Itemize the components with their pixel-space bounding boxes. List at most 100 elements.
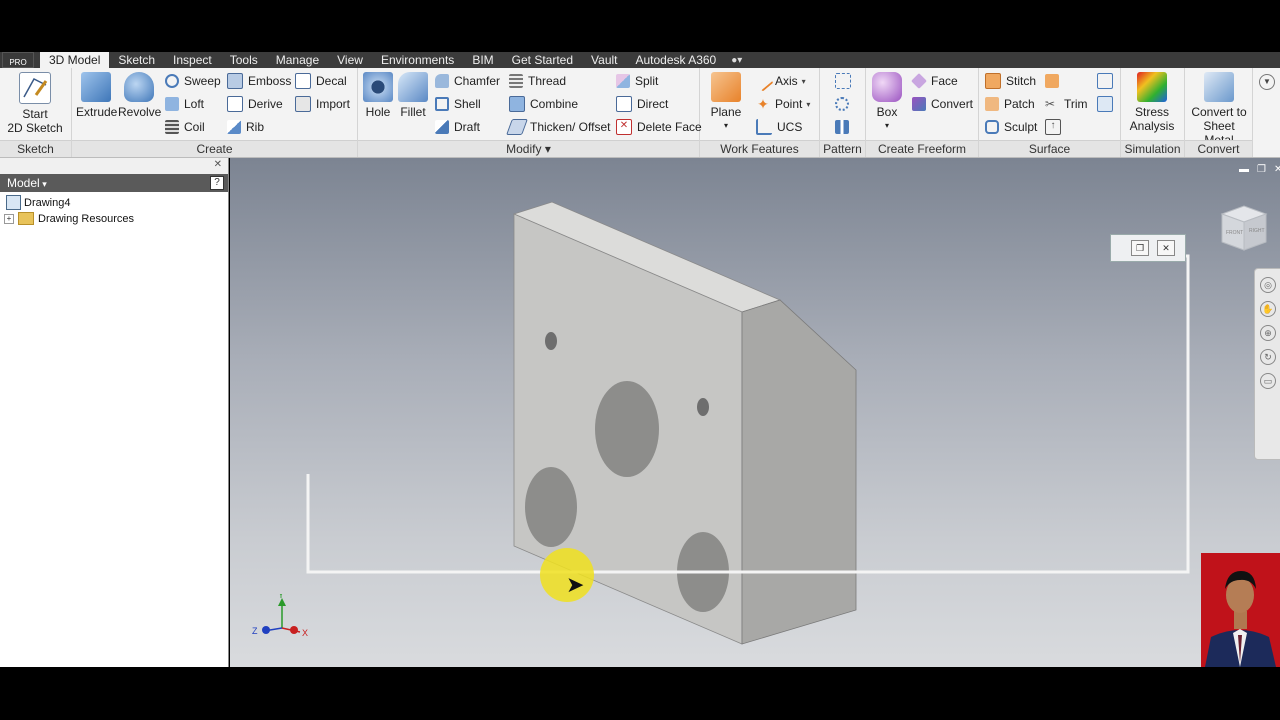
tab-view[interactable]: View [328, 52, 372, 68]
patch-button[interactable]: Patch [985, 94, 1035, 114]
chamfer-label: Chamfer [454, 74, 501, 88]
tab-vault[interactable]: Vault [582, 52, 626, 68]
import-button[interactable]: Import [295, 94, 350, 114]
tab-inspect[interactable]: Inspect [164, 52, 221, 68]
split-button[interactable]: Split [616, 71, 658, 91]
tab-environments[interactable]: Environments [372, 52, 463, 68]
fillet-label: Fillet [400, 105, 426, 119]
emboss-button[interactable]: Emboss [227, 71, 291, 91]
thread-button[interactable]: Thread [509, 71, 566, 91]
repair-bodies-button[interactable] [1097, 71, 1118, 91]
emboss-icon [227, 73, 243, 89]
direct-button[interactable]: Direct [616, 94, 668, 114]
plane-button[interactable]: Plane ▾ [706, 72, 746, 133]
emboss-label: Emboss [248, 74, 292, 88]
graphics-viewport[interactable]: ▬ ❐ ✕ ❐ ✕ FRONT RIGHT ◎ ✋ ⊕ ↻ ▭ Z Y X ➤ [230, 158, 1280, 667]
help-icon[interactable]: ? [210, 176, 224, 190]
browser-grip[interactable]: ✕ [0, 158, 228, 175]
thicken-offset-button[interactable]: Thicken/ Offset [506, 117, 610, 137]
small-hole [697, 398, 709, 416]
axis-z-label: Z [252, 626, 258, 636]
close-icon[interactable]: ✕ [214, 159, 222, 170]
shell-button[interactable]: Shell [435, 94, 481, 114]
tab-autodesk-a360[interactable]: Autodesk A360 [627, 52, 726, 68]
expand-icon[interactable]: + [4, 213, 14, 224]
look-at-icon[interactable]: ▭ [1260, 373, 1276, 389]
panel-title-modify[interactable]: Modify ▾ [358, 140, 699, 157]
combine-button[interactable]: Combine [509, 94, 578, 114]
steering-wheel-icon[interactable]: ◎ [1260, 277, 1276, 293]
rectangular-pattern-button[interactable] [835, 71, 856, 91]
ribbon-options-icon[interactable]: ▼ [1259, 74, 1275, 90]
import-label: Import [316, 97, 351, 111]
restore-icon[interactable]: ❐ [1131, 240, 1149, 256]
viewcube[interactable]: FRONT RIGHT [1218, 204, 1270, 252]
stitch-button[interactable]: Stitch [985, 71, 1036, 91]
decal-button[interactable]: Decal [295, 71, 347, 91]
loft-button[interactable]: Loft [165, 94, 204, 114]
axis-button[interactable]: Axis ▾ [752, 70, 806, 92]
freeform-convert-button[interactable]: Convert [912, 94, 973, 114]
ucs-button[interactable]: UCS [756, 117, 802, 137]
tab-bim[interactable]: BIM [463, 52, 502, 68]
stress-analysis-button[interactable]: Stress Analysis [1123, 72, 1181, 133]
fit-mesh-face-button[interactable] [1097, 94, 1118, 114]
delete-face-button[interactable]: ✕ Delete Face [616, 117, 702, 137]
tab-manage[interactable]: Manage [267, 52, 328, 68]
orbit-icon[interactable]: ↻ [1260, 349, 1276, 365]
tree-item-drawing-resources[interactable]: + Drawing Resources [4, 212, 134, 225]
tab-sketch[interactable]: Sketch [109, 52, 164, 68]
mirror-button[interactable] [835, 117, 854, 137]
coil-icon [165, 120, 179, 134]
pan-icon[interactable]: ✋ [1260, 301, 1276, 317]
direct-label: Direct [637, 97, 669, 111]
derive-button[interactable]: Derive [227, 94, 283, 114]
extend-button[interactable]: ↑ [1045, 117, 1066, 137]
shell-icon [435, 97, 449, 111]
direct-icon [616, 96, 632, 112]
edition-badge[interactable]: PRO [2, 52, 34, 68]
large-hole [595, 381, 659, 477]
modify-title-label: Modify [506, 142, 542, 156]
chamfer-button[interactable]: Chamfer [435, 71, 500, 91]
sculpt-button[interactable]: Sculpt [985, 117, 1037, 137]
tab-tools[interactable]: Tools [221, 52, 267, 68]
extrude-button[interactable]: Extrude [76, 72, 117, 119]
face-button[interactable]: Face [911, 71, 958, 91]
rib-button[interactable]: Rib [227, 117, 264, 137]
coil-button[interactable]: Coil [165, 117, 205, 137]
draft-button[interactable]: Draft [435, 117, 480, 137]
ruled-surface-icon [1045, 74, 1059, 88]
revolve-icon [124, 72, 154, 102]
close-icon[interactable]: ✕ [1157, 240, 1175, 256]
tree-root-label: Drawing4 [24, 196, 71, 209]
trim-button[interactable]: ✂ Trim [1045, 94, 1088, 114]
fillet-button[interactable]: Fillet [396, 72, 430, 119]
start-2d-sketch-button[interactable]: Start 2D Sketch [4, 72, 66, 135]
box-button[interactable]: Box ▾ [870, 72, 904, 133]
loft-icon [165, 97, 179, 111]
revolve-button[interactable]: Revolve [118, 72, 161, 119]
chamfer-icon [435, 74, 449, 88]
tree-root-item[interactable]: Drawing4 [6, 195, 70, 210]
sheet-metal-icon [1204, 72, 1234, 102]
camera-dropdown-icon[interactable]: ●▾ [731, 55, 742, 66]
panel-title-simulation: Simulation [1121, 140, 1184, 157]
chevron-down-icon: ▾ [39, 179, 47, 189]
tab-get-started[interactable]: Get Started [503, 52, 582, 68]
ruled-surface-button[interactable] [1045, 71, 1064, 91]
hole-label: Hole [365, 105, 391, 119]
stitch-icon [985, 73, 1001, 89]
tab-3d-model[interactable]: 3D Model [40, 52, 110, 68]
zoom-icon[interactable]: ⊕ [1260, 325, 1276, 341]
circular-pattern-button[interactable] [835, 94, 854, 114]
sweep-button[interactable]: Sweep [165, 71, 221, 91]
convert-to-sheet-metal-button[interactable]: Convert toSheet Metal [1187, 72, 1251, 147]
panel-convert: Convert toSheet Metal Convert [1185, 68, 1253, 157]
shell-label: Shell [454, 97, 481, 111]
point-button[interactable]: ✦ Point ▾ [756, 94, 810, 114]
hole-button[interactable]: Hole [362, 72, 394, 119]
freeform-convert-label: Convert [931, 97, 974, 111]
browser-header[interactable]: Model ▾ ? [0, 174, 228, 192]
repair-bodies-icon [1097, 73, 1113, 89]
